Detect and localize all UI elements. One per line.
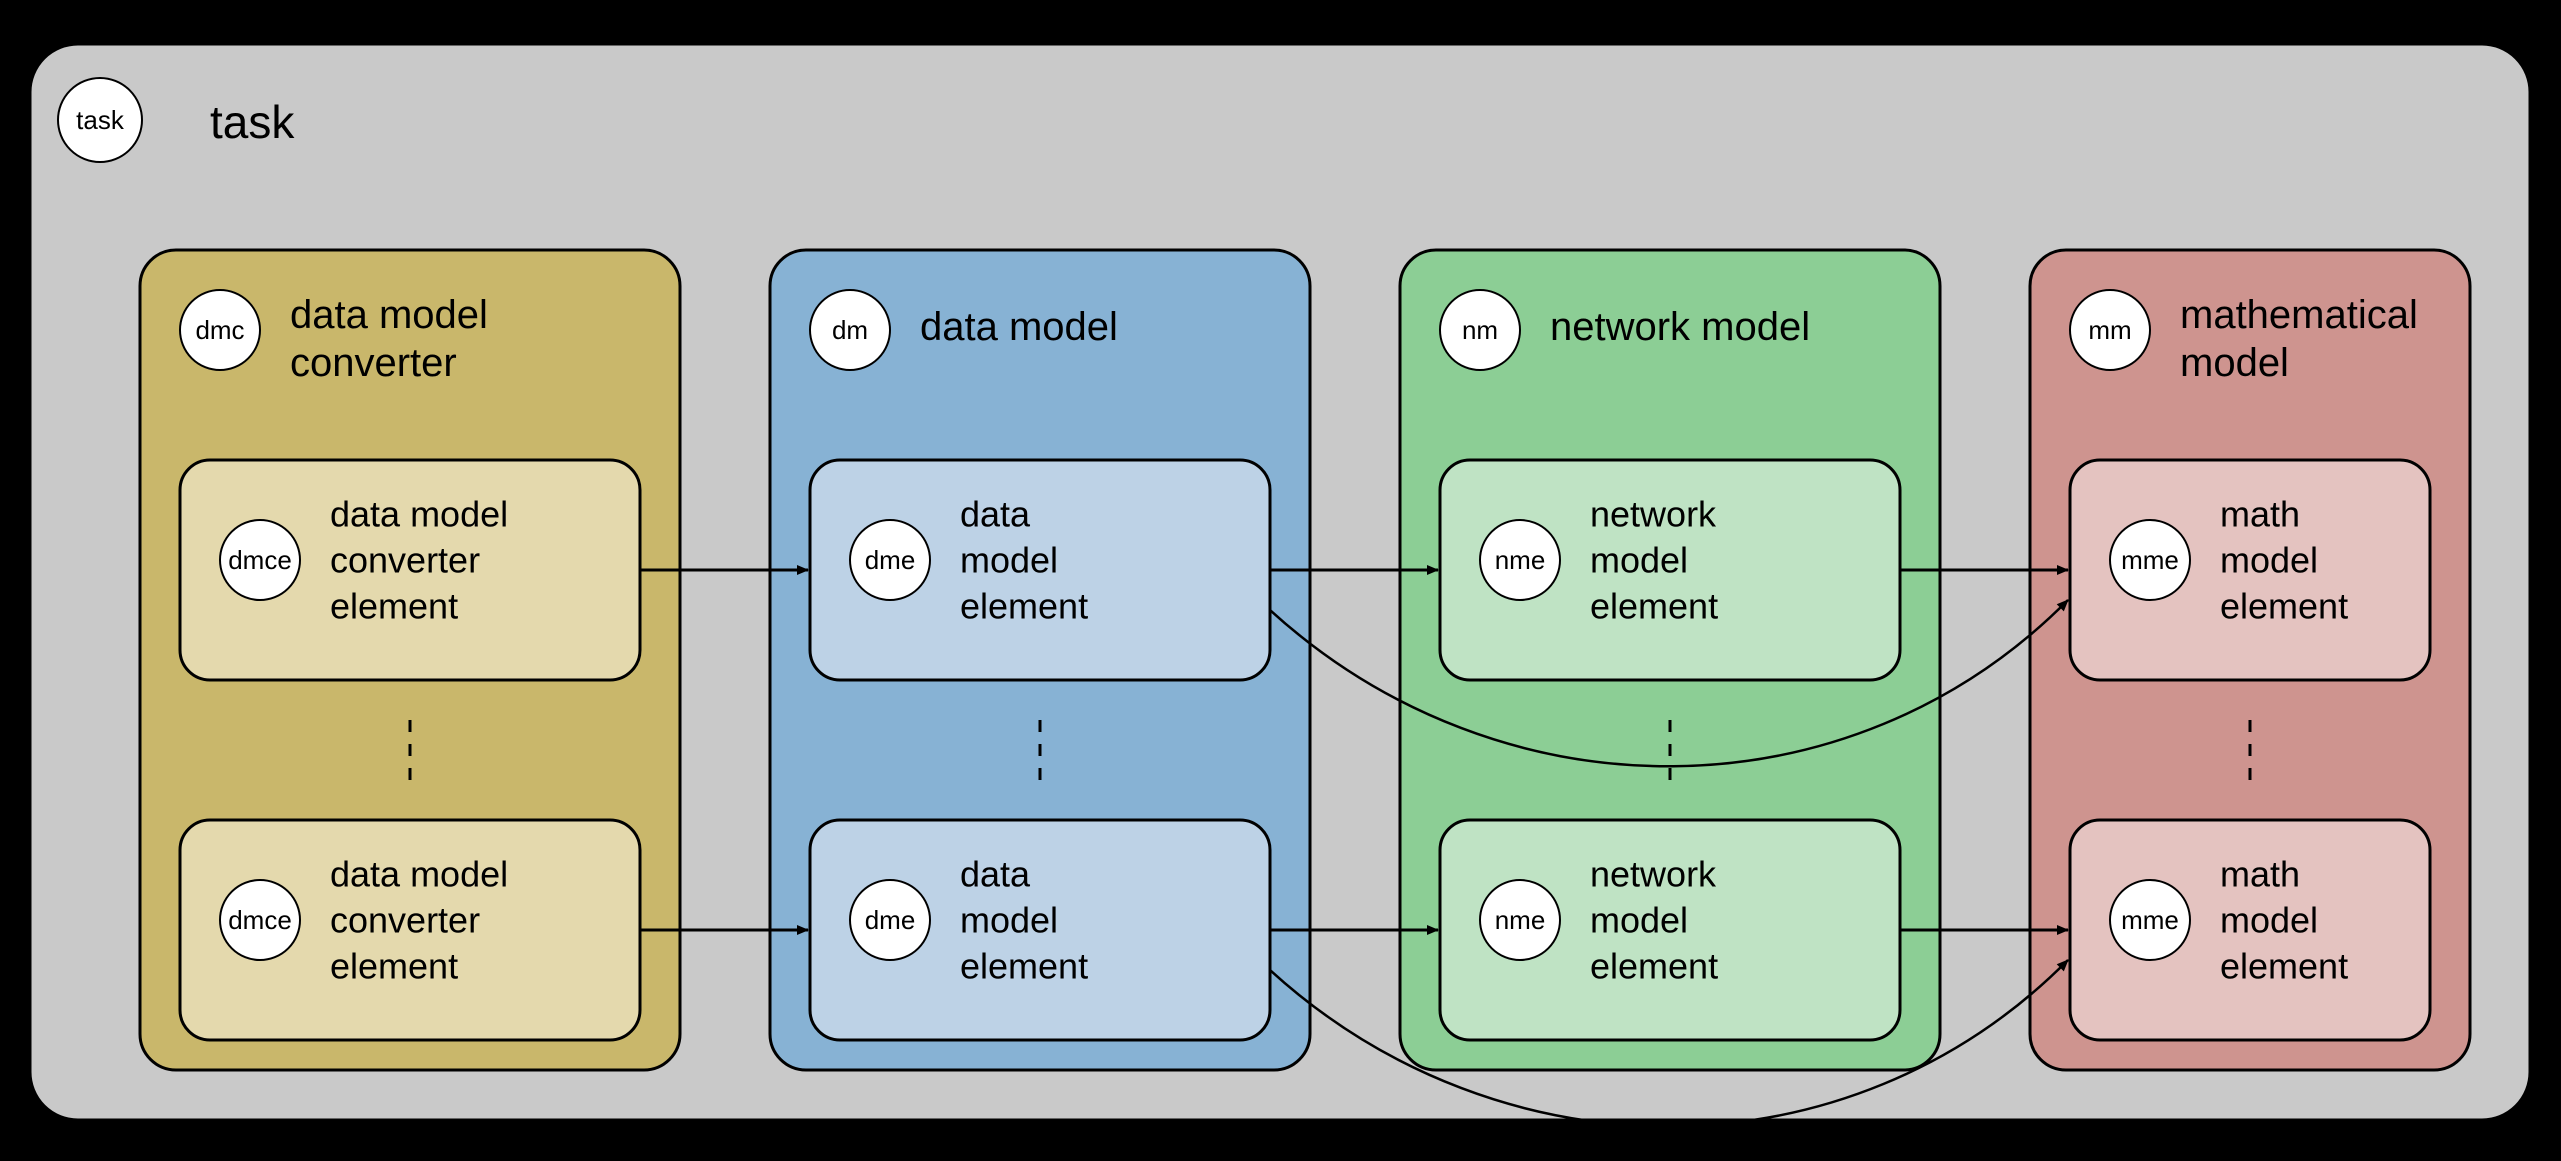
nme-badge-top-text: nme	[1495, 545, 1546, 575]
dme-bottom-l3: element	[960, 945, 1088, 986]
dme-bottom-l2: model	[960, 899, 1058, 940]
mme-top-l1: math	[2220, 493, 2300, 534]
mme-badge-bottom-text: mme	[2121, 905, 2179, 935]
nme-top-l2: model	[1590, 539, 1688, 580]
dmc-title-l1: data model	[290, 293, 488, 337]
nme-bottom-l2: model	[1590, 899, 1688, 940]
dm-element-top: dme data model element	[810, 460, 1270, 680]
nme-bottom-l1: network	[1590, 853, 1717, 894]
dmce-badge-bottom-text: dmce	[228, 905, 292, 935]
nm-badge-text: nm	[1462, 315, 1498, 345]
nm-title: network model	[1550, 305, 1810, 349]
column-nm: nm network model nme network model eleme…	[1400, 250, 1940, 1070]
dme-top-l3: element	[960, 585, 1088, 626]
dmce-top-l3: element	[330, 585, 458, 626]
nm-element-bottom: nme network model element	[1440, 820, 1900, 1040]
dmce-top-l1: data model	[330, 493, 508, 534]
mm-element-top: mme math model element	[2070, 460, 2430, 680]
dme-top-l2: model	[960, 539, 1058, 580]
dmce-badge-top-text: dmce	[228, 545, 292, 575]
dme-badge-bottom-text: dme	[865, 905, 916, 935]
mm-title-l1: mathematical	[2180, 293, 2418, 337]
mme-bottom-l2: model	[2220, 899, 2318, 940]
nme-bottom-l3: element	[1590, 945, 1718, 986]
mme-bottom-l3: element	[2220, 945, 2348, 986]
dme-badge-top-text: dme	[865, 545, 916, 575]
column-dmc: dmc data model converter dmce data model…	[140, 250, 680, 1070]
dm-badge-text: dm	[832, 315, 868, 345]
mme-bottom-l1: math	[2220, 853, 2300, 894]
dmc-element-bottom: dmce data model converter element	[180, 820, 640, 1040]
dmc-title-l2: converter	[290, 341, 457, 385]
mm-element-bottom: mme math model element	[2070, 820, 2430, 1040]
dme-bottom-l1: data	[960, 853, 1031, 894]
dmc-element-top: dmce data model converter element	[180, 460, 640, 680]
task-title: task	[210, 96, 295, 148]
dme-top-l1: data	[960, 493, 1031, 534]
nme-top-l3: element	[1590, 585, 1718, 626]
dmce-top-l2: converter	[330, 539, 480, 580]
dmce-bottom-l1: data model	[330, 853, 508, 894]
mm-title-l2: model	[2180, 341, 2289, 385]
mm-badge-text: mm	[2088, 315, 2131, 345]
mme-badge-top-text: mme	[2121, 545, 2179, 575]
nme-badge-bottom-text: nme	[1495, 905, 1546, 935]
dmce-bottom-l2: converter	[330, 899, 480, 940]
nme-top-l1: network	[1590, 493, 1717, 534]
task-badge-text: task	[76, 105, 125, 135]
nm-element-top: nme network model element	[1440, 460, 1900, 680]
mme-top-l3: element	[2220, 585, 2348, 626]
dmce-bottom-l3: element	[330, 945, 458, 986]
column-mm: mm mathematical model mme math model ele…	[2030, 250, 2470, 1070]
dm-title: data model	[920, 305, 1118, 349]
column-dm: dm data model dme data model element dme…	[770, 250, 1310, 1070]
mme-top-l2: model	[2220, 539, 2318, 580]
dmc-badge-text: dmc	[195, 315, 244, 345]
dm-element-bottom: dme data model element	[810, 820, 1270, 1040]
